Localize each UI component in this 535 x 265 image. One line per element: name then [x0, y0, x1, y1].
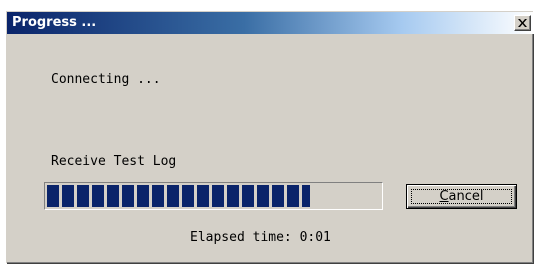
close-button[interactable] — [514, 15, 531, 31]
window-title: Progress ... — [12, 15, 97, 30]
title-bar[interactable]: Progress ... — [7, 12, 534, 34]
connecting-status-text: Connecting ... — [51, 72, 161, 87]
progress-bar — [44, 182, 383, 210]
cancel-button[interactable]: Cancel — [406, 184, 517, 209]
cancel-label-rest: ancel — [448, 189, 484, 204]
close-x-icon — [518, 19, 527, 27]
cancel-button-label: Cancel — [407, 189, 516, 205]
elapsed-time-text: Elapsed time: 0:01 — [190, 230, 331, 245]
progress-dialog: Progress ... Connecting ... Receive Test… — [6, 11, 534, 263]
progress-bar-fill — [47, 185, 310, 207]
cancel-accelerator-key: C — [439, 189, 449, 204]
task-label: Receive Test Log — [51, 154, 177, 169]
